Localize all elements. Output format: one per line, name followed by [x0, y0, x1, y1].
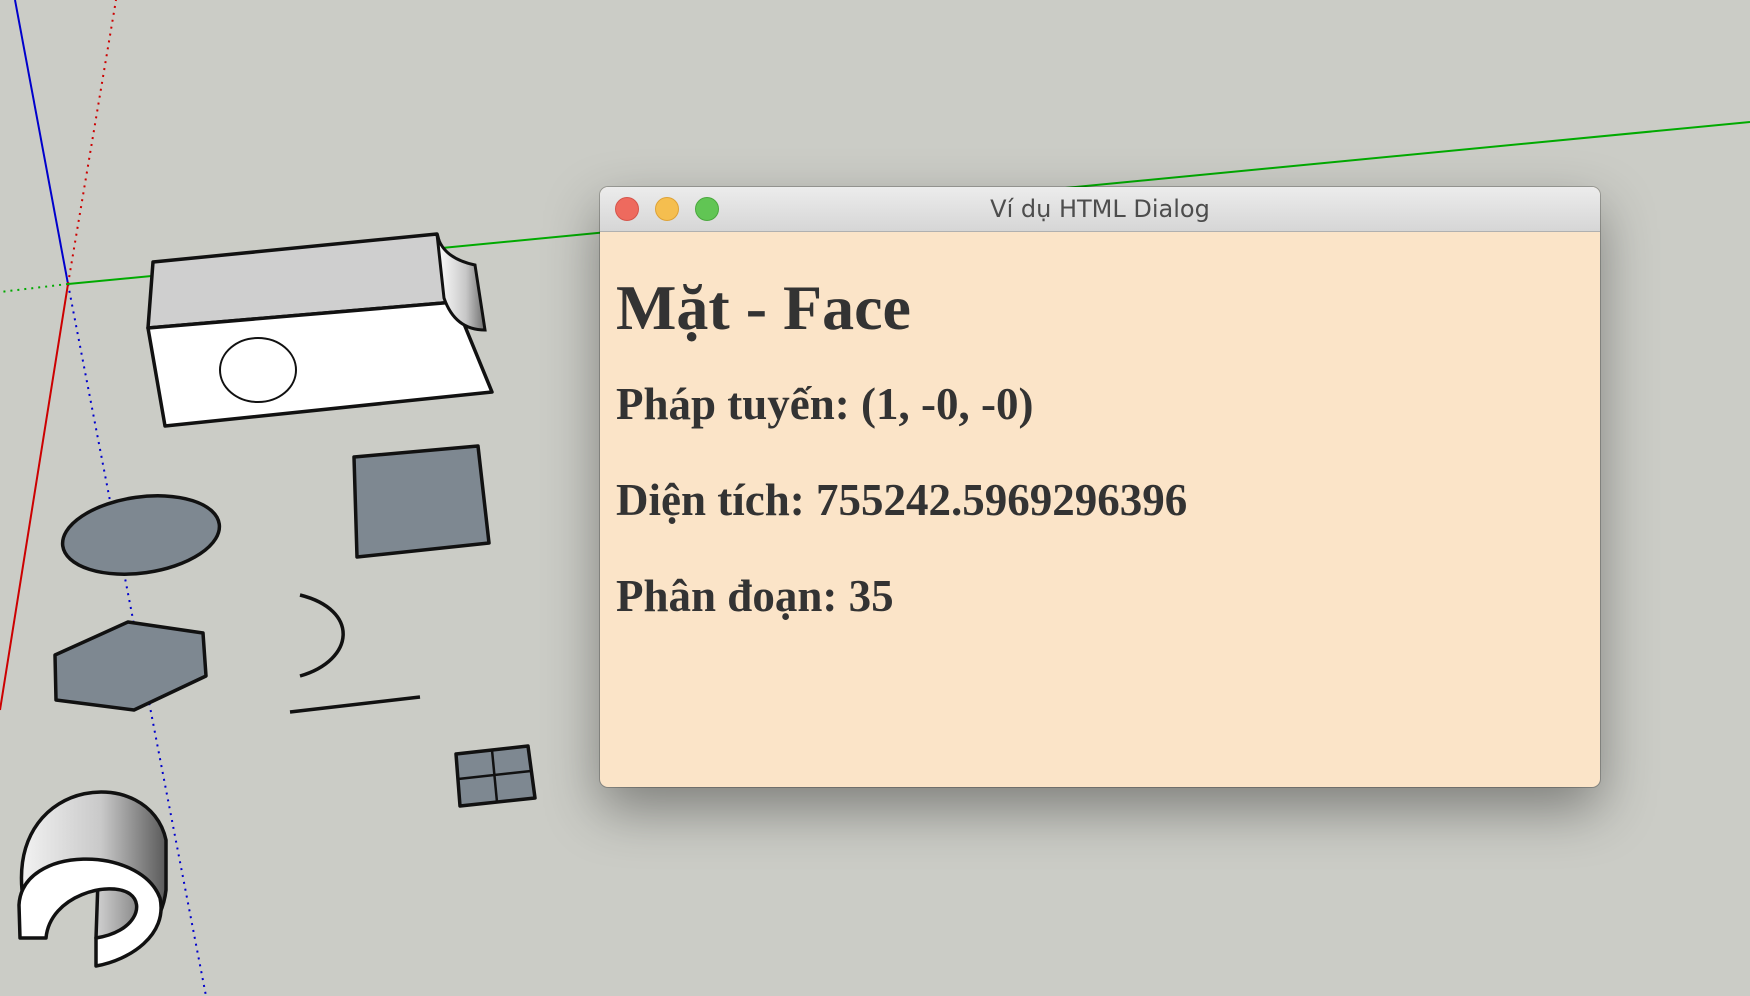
segments-text: Phân đoạn: 35	[616, 571, 894, 621]
blue-axis	[14, 0, 69, 285]
normal-vector-text: Pháp tuyến: (1, -0, -0)	[616, 379, 1034, 429]
red-axis-dotted	[67, 0, 117, 285]
red-axis	[0, 283, 69, 711]
line-edge[interactable]	[289, 695, 421, 714]
green-axis-dotted	[0, 283, 69, 293]
box-shape[interactable]	[146, 232, 494, 428]
box-circle-hole	[219, 337, 297, 403]
window-title: Ví dụ HTML Dialog	[990, 195, 1210, 223]
ellipse-face[interactable]	[57, 486, 224, 583]
window-titlebar[interactable]: Ví dụ HTML Dialog	[600, 187, 1600, 232]
grid-face[interactable]	[454, 744, 537, 808]
html-dialog-window[interactable]: Ví dụ HTML Dialog Mặt - Face Pháp tuyến:…	[600, 187, 1600, 787]
cylinder-shape[interactable]	[17, 790, 168, 968]
dialog-content: Mặt - Face Pháp tuyến: (1, -0, -0) Diện …	[600, 232, 1600, 622]
area-text: Diện tích: 755242.5969296396	[616, 475, 1188, 525]
arc-edge[interactable]	[299, 593, 345, 678]
hexagon-face[interactable]	[53, 620, 208, 712]
face-heading: Mặt - Face	[616, 272, 911, 343]
cylinder-top-ring	[17, 857, 163, 968]
rectangle-face[interactable]	[352, 444, 491, 559]
